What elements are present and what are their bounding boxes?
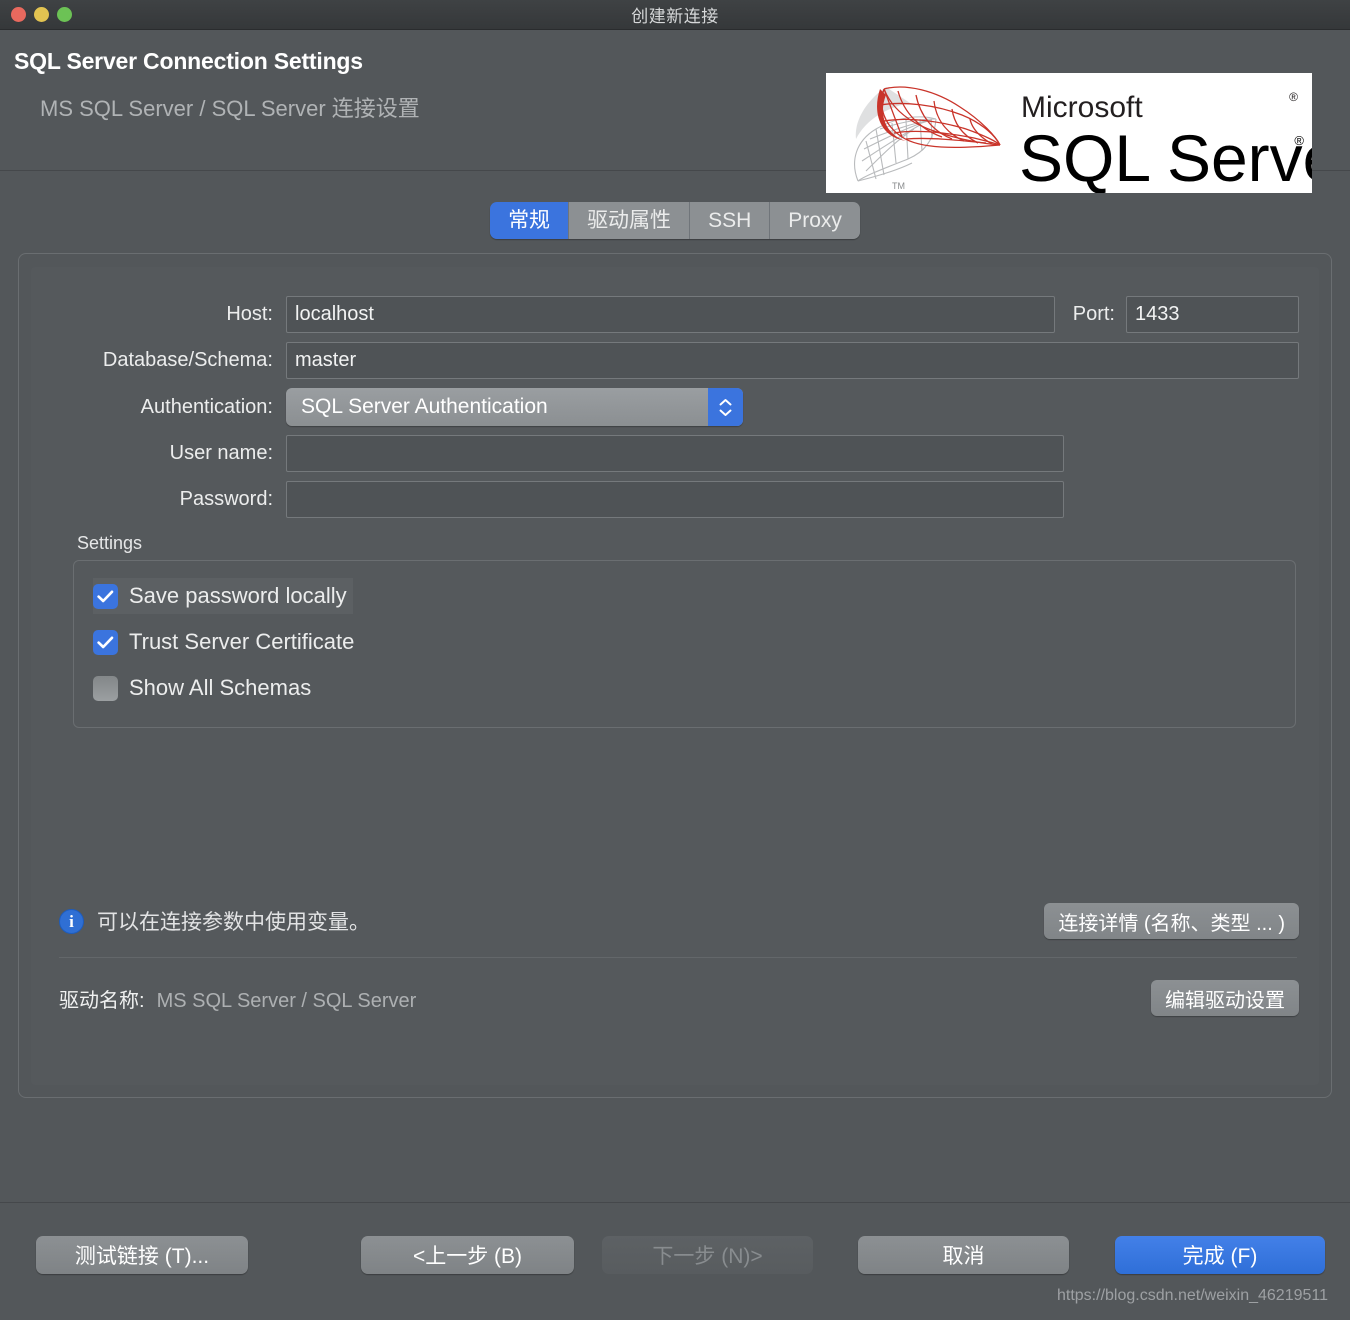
- host-label: Host:: [226, 303, 273, 325]
- checkbox-unchecked-icon[interactable]: [93, 675, 118, 701]
- checkbox-checked-icon[interactable]: [93, 583, 118, 609]
- password-row: Password:: [51, 481, 1299, 518]
- svg-text:®: ®: [1289, 90, 1298, 104]
- authentication-row: Authentication: SQL Server Authenticatio…: [51, 388, 1299, 426]
- settings-group-title: Settings: [77, 533, 143, 553]
- authentication-selected-value: SQL Server Authentication: [301, 395, 548, 418]
- info-row: i 可以在连接参数中使用变量。 连接详情 (名称、类型 ... ): [59, 903, 1299, 939]
- info-text: 可以在连接参数中使用变量。: [97, 911, 370, 934]
- svg-text:Microsoft: Microsoft: [1021, 91, 1143, 124]
- tab-ssh[interactable]: SSH: [690, 202, 771, 239]
- driver-name-value: MS SQL Server / SQL Server: [156, 989, 417, 1012]
- checkbox-row-show-all-schemas[interactable]: Show All Schemas: [93, 670, 311, 706]
- tab-strip: 常规 驱动属性 SSH Proxy: [490, 202, 860, 239]
- info-circle-icon: i: [59, 908, 84, 934]
- connection-details-button[interactable]: 连接详情 (名称、类型 ... ): [1044, 903, 1299, 939]
- info-message: i 可以在连接参数中使用变量。: [59, 906, 370, 936]
- tab-driver-props[interactable]: 驱动属性: [569, 202, 691, 239]
- watermark-text: https://blog.csdn.net/weixin_46219511: [1056, 1287, 1328, 1304]
- svg-text:®: ®: [1294, 133, 1304, 148]
- settings-panel: Host: Port: Database/Schema: Authenticat…: [18, 253, 1332, 1098]
- host-row: Host: Port:: [51, 296, 1299, 333]
- authentication-label: Authentication:: [140, 395, 273, 418]
- settings-group: Save password locally Trust Server Certi…: [73, 560, 1296, 728]
- database-input[interactable]: [286, 342, 1299, 379]
- previous-step-button[interactable]: <上一步 (B): [361, 1236, 574, 1274]
- next-step-button: 下一步 (N)>: [602, 1236, 813, 1274]
- edit-driver-settings-button[interactable]: 编辑驱动设置: [1151, 980, 1299, 1016]
- tab-strip-container: 常规 驱动属性 SSH Proxy: [0, 202, 1350, 239]
- database-row: Database/Schema:: [51, 342, 1299, 379]
- checkbox-label-trust-certificate: Trust Server Certificate: [129, 629, 355, 654]
- checkbox-checked-icon[interactable]: [93, 629, 118, 655]
- database-label: Database/Schema:: [102, 349, 273, 371]
- port-input[interactable]: [1126, 296, 1299, 333]
- authentication-select[interactable]: SQL Server Authentication: [286, 388, 743, 426]
- username-row: User name:: [51, 435, 1299, 472]
- driver-row: 驱动名称: MS SQL Server / SQL Server 编辑驱动设置: [59, 980, 1299, 1016]
- tab-proxy[interactable]: Proxy: [770, 202, 860, 239]
- page-title: SQL Server Connection Settings: [14, 48, 363, 74]
- chevron-up-down-icon[interactable]: [708, 388, 743, 426]
- settings-panel-inner: Host: Port: Database/Schema: Authenticat…: [31, 267, 1319, 1085]
- divider: [59, 957, 1297, 958]
- sql-server-logo: TM Microsoft ® SQL Server ®: [826, 73, 1312, 193]
- username-input[interactable]: [286, 435, 1064, 472]
- checkbox-label-save-password: Save password locally: [129, 583, 347, 608]
- port-label: Port:: [1072, 303, 1115, 325]
- cancel-button[interactable]: 取消: [858, 1236, 1069, 1274]
- checkbox-label-show-all-schemas: Show All Schemas: [129, 675, 312, 700]
- tab-general[interactable]: 常规: [490, 202, 570, 239]
- password-label: Password:: [179, 488, 273, 510]
- dialog-footer: 测试链接 (T)... <上一步 (B) 下一步 (N)> 取消 完成 (F) …: [0, 1202, 1350, 1320]
- window-titlebar: 创建新连接: [0, 0, 1350, 30]
- driver-info: 驱动名称: MS SQL Server / SQL Server: [59, 984, 416, 1013]
- username-label: User name:: [169, 442, 273, 464]
- test-connection-button[interactable]: 测试链接 (T)...: [36, 1236, 248, 1274]
- checkbox-row-trust-certificate[interactable]: Trust Server Certificate: [93, 624, 354, 660]
- finish-button[interactable]: 完成 (F): [1115, 1236, 1325, 1274]
- password-input[interactable]: [286, 481, 1064, 518]
- checkbox-row-save-password[interactable]: Save password locally: [93, 578, 353, 614]
- driver-name-label: 驱动名称:: [59, 989, 145, 1012]
- dialog-header: SQL Server Connection Settings MS SQL Se…: [0, 30, 1350, 193]
- svg-text:SQL Server: SQL Server: [1019, 121, 1312, 193]
- window-title: 创建新连接: [631, 7, 719, 26]
- host-input[interactable]: [286, 296, 1055, 333]
- svg-text:TM: TM: [892, 181, 905, 191]
